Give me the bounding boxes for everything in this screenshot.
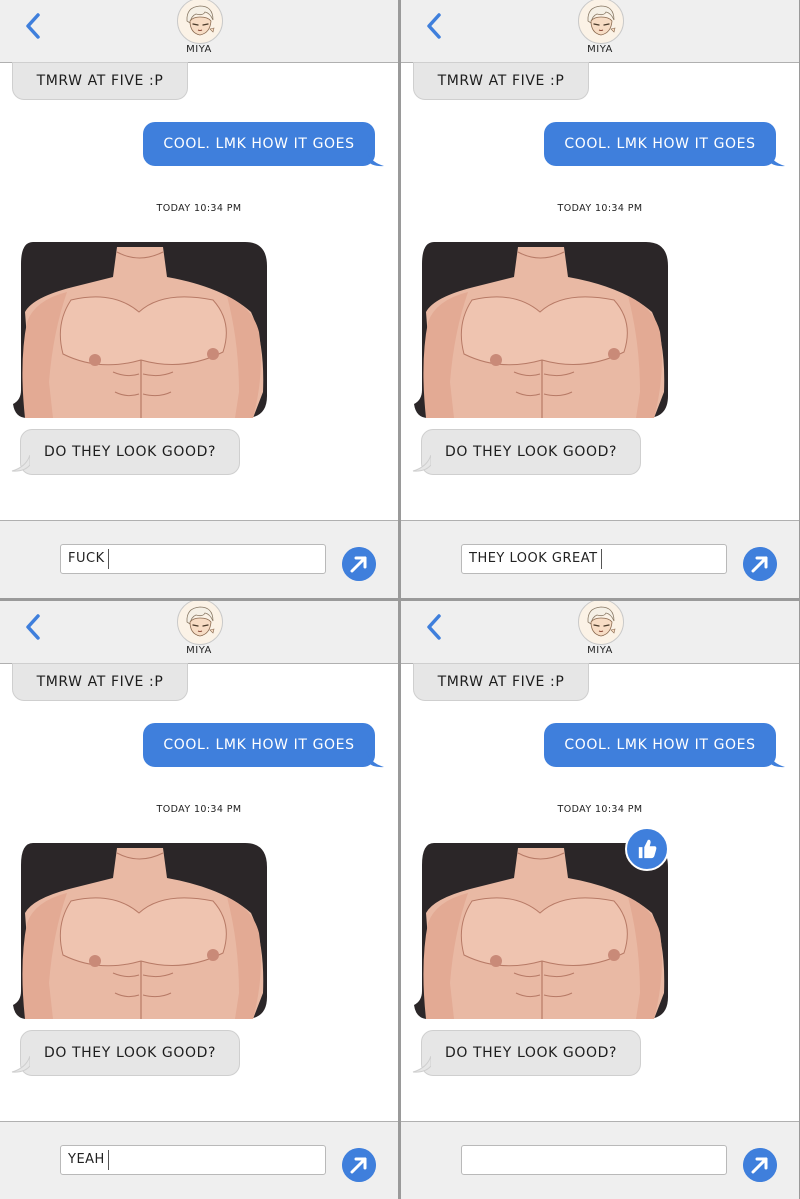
chevron-left-icon[interactable]	[419, 8, 453, 44]
message-input[interactable]	[461, 1145, 727, 1175]
photo-message[interactable]	[414, 843, 668, 1019]
send-button[interactable]	[743, 1148, 777, 1182]
chat-panel: MIYA TMRW AT FIVE :P COOL. LMK HOW IT GO…	[0, 601, 398, 1199]
bubble-tail	[366, 751, 384, 768]
avatar[interactable]	[177, 601, 223, 645]
bubble-tail	[11, 455, 30, 472]
bubble-tail	[11, 1056, 30, 1073]
bubble-tail	[412, 1056, 431, 1073]
message-input[interactable]: FUCK	[60, 544, 326, 574]
outgoing-message: COOL. LMK HOW IT GOES	[544, 122, 776, 166]
bubble-tail	[767, 751, 785, 768]
message-input[interactable]: YEAH	[60, 1145, 326, 1175]
send-button[interactable]	[342, 1148, 376, 1182]
chat-panel: MIYA TMRW AT FIVE :P COOL. LMK HOW IT GO…	[0, 0, 398, 598]
chat-header: MIYA	[401, 0, 799, 63]
incoming-message: TMRW AT FIVE :P	[413, 62, 589, 100]
outgoing-message: COOL. LMK HOW IT GOES	[143, 122, 375, 166]
chat-panel: MIYA TMRW AT FIVE :P COOL. LMK HOW IT GO…	[401, 0, 799, 598]
contact-name: MIYA	[587, 645, 613, 656]
contact-name: MIYA	[186, 645, 212, 656]
outgoing-message: COOL. LMK HOW IT GOES	[143, 723, 375, 767]
photo-message[interactable]	[414, 242, 668, 418]
incoming-message: TMRW AT FIVE :P	[12, 62, 188, 100]
avatar[interactable]	[578, 0, 624, 44]
photo-message[interactable]	[13, 843, 267, 1019]
incoming-message: DO THEY LOOK GOOD?	[20, 429, 240, 475]
photo-message[interactable]	[13, 242, 267, 418]
message-composer: THEY LOOK GREAT	[401, 520, 799, 598]
chevron-left-icon[interactable]	[419, 609, 453, 645]
incoming-message: TMRW AT FIVE :P	[413, 663, 589, 701]
bubble-tail	[767, 150, 785, 167]
timestamp: TODAY 10:34 PM	[156, 804, 242, 815]
avatar-icon	[178, 0, 222, 43]
incoming-message: TMRW AT FIVE :P	[12, 663, 188, 701]
timestamp: TODAY 10:34 PM	[557, 203, 643, 214]
send-button[interactable]	[743, 547, 777, 581]
message-composer	[401, 1121, 799, 1199]
incoming-message: DO THEY LOOK GOOD?	[421, 1030, 641, 1076]
chat-panel: MIYA TMRW AT FIVE :P COOL. LMK HOW IT GO…	[401, 601, 799, 1199]
avatar-icon	[178, 601, 222, 644]
chevron-left-icon[interactable]	[18, 8, 52, 44]
avatar-icon	[579, 601, 623, 644]
timestamp: TODAY 10:34 PM	[557, 804, 643, 815]
message-composer: YEAH	[0, 1121, 398, 1199]
message-input-text: THEY LOOK GREAT	[469, 549, 602, 569]
thumbs-up-icon[interactable]	[625, 827, 669, 871]
message-input-text: FUCK	[68, 549, 109, 569]
incoming-message: DO THEY LOOK GOOD?	[20, 1030, 240, 1076]
send-button[interactable]	[342, 547, 376, 581]
chat-header: MIYA	[0, 601, 398, 664]
chevron-left-icon[interactable]	[18, 609, 52, 645]
bubble-tail	[412, 455, 431, 472]
avatar[interactable]	[177, 0, 223, 44]
incoming-message: DO THEY LOOK GOOD?	[421, 429, 641, 475]
avatar-icon	[579, 0, 623, 43]
message-input-text: YEAH	[68, 1150, 109, 1170]
outgoing-message: COOL. LMK HOW IT GOES	[544, 723, 776, 767]
contact-name: MIYA	[587, 44, 613, 55]
bubble-tail	[366, 150, 384, 167]
message-composer: FUCK	[0, 520, 398, 598]
message-input-text	[469, 1150, 472, 1170]
chat-header: MIYA	[401, 601, 799, 664]
timestamp: TODAY 10:34 PM	[156, 203, 242, 214]
message-input[interactable]: THEY LOOK GREAT	[461, 544, 727, 574]
avatar[interactable]	[578, 601, 624, 645]
chat-header: MIYA	[0, 0, 398, 63]
contact-name: MIYA	[186, 44, 212, 55]
